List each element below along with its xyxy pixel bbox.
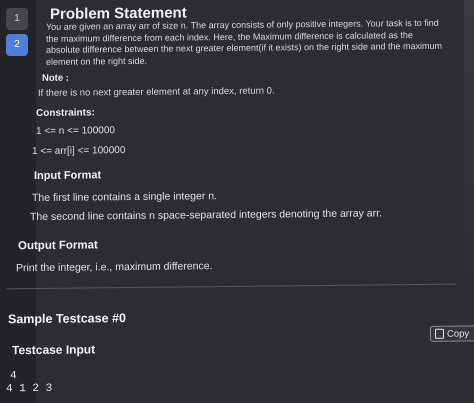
question-1-button[interactable]: 1 <box>6 8 28 30</box>
testcase-input-label: Testcase Input <box>12 342 96 358</box>
note-text: If there is no next greater element at a… <box>38 85 275 99</box>
scrollbar[interactable] <box>464 0 474 300</box>
constraints-label: Constraints: <box>36 107 95 119</box>
testcase-input-line: 4 1 2 3 <box>6 382 53 396</box>
problem-description: You are given an array arr of size n. Th… <box>46 17 443 67</box>
copy-label: Copy <box>447 328 470 340</box>
copy-icon <box>435 329 444 340</box>
output-format-text: Print the integer, i.e., maximum differe… <box>16 260 213 275</box>
section-divider <box>6 283 456 290</box>
copy-button[interactable]: Copy <box>430 325 474 342</box>
input-format-line: The second line contains n space-separat… <box>30 207 382 224</box>
constraint-n: 1 <= n <= 100000 <box>36 125 115 137</box>
question-2-button[interactable]: 2 <box>6 34 28 56</box>
testcase-input-line: 4 <box>10 370 17 383</box>
input-format-label: Input Format <box>34 169 102 183</box>
note-label: Note : <box>42 72 69 84</box>
constraint-arr: 1 <= arr[i] <= 100000 <box>32 145 126 158</box>
input-format-line: The first line contains a single integer… <box>32 190 218 205</box>
sample-testcase-label: Sample Testcase #0 <box>8 311 126 327</box>
output-format-label: Output Format <box>18 239 98 253</box>
